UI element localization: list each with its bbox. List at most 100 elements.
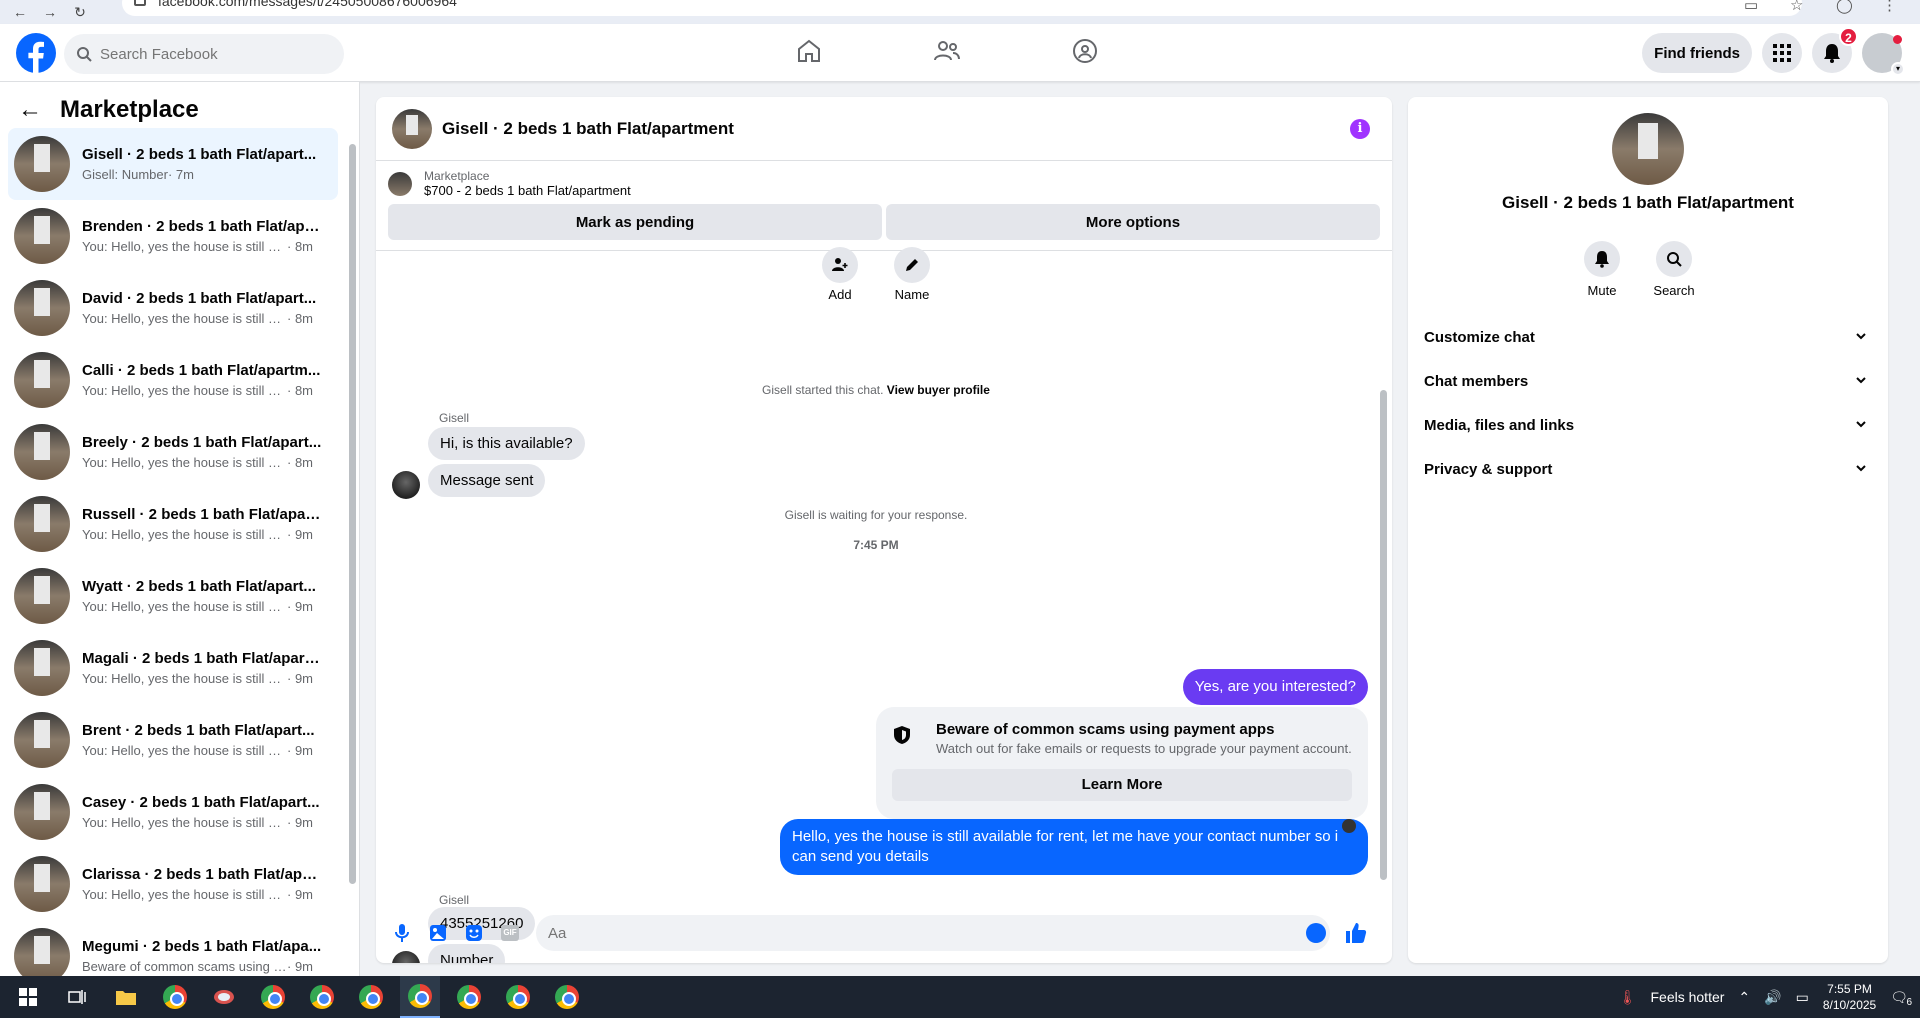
chat-title[interactable]: Gisell · 2 beds 1 bath Flat/apartment bbox=[442, 119, 734, 139]
chrome-profile-icon[interactable] bbox=[400, 976, 440, 1018]
listing-price[interactable]: $700 - 2 beds 1 bath Flat/apartment bbox=[424, 183, 631, 198]
chrome-icon[interactable] bbox=[155, 976, 195, 1018]
chat-scrollbar[interactable] bbox=[1378, 257, 1388, 897]
conversation-item[interactable]: Brenden · 2 beds 1 bath Flat/apa... You: … bbox=[8, 200, 338, 272]
install-icon[interactable]: ▭ bbox=[1744, 0, 1762, 14]
info-icon[interactable]: i bbox=[1350, 119, 1370, 139]
chrome-profile-icon[interactable] bbox=[547, 976, 587, 1018]
chat-avatar[interactable] bbox=[392, 108, 432, 149]
emoji-icon[interactable] bbox=[1306, 923, 1326, 943]
notification-center-icon[interactable]: 🗨 6 bbox=[1890, 989, 1912, 1008]
address-bar[interactable]: facebook.com/messages/t/2450500867600696… bbox=[122, 0, 1802, 16]
message-input[interactable] bbox=[536, 915, 1296, 951]
photo-icon[interactable] bbox=[428, 923, 448, 943]
waiting-notice: Gisell is waiting for your response. bbox=[784, 508, 968, 522]
chrome-profile-icon[interactable] bbox=[302, 976, 342, 1018]
conversation-name: Gisell · 2 beds 1 bath Flat/apart... bbox=[82, 146, 317, 163]
bookmark-star-icon[interactable]: ☆ bbox=[1790, 0, 1808, 14]
incoming-message[interactable]: Message sent bbox=[428, 464, 546, 497]
microphone-icon[interactable] bbox=[392, 923, 412, 943]
chat-members-section[interactable]: Chat members bbox=[1416, 359, 1880, 403]
search-label: Search bbox=[1653, 283, 1695, 298]
conversation-item[interactable]: Magali · 2 beds 1 bath Flat/apart... You:… bbox=[8, 632, 338, 704]
account-avatar[interactable]: ▾ bbox=[1862, 33, 1905, 76]
file-explorer-icon[interactable] bbox=[106, 976, 146, 1018]
conversation-item[interactable]: Clarissa · 2 beds 1 bath Flat/apar... You… bbox=[8, 848, 338, 920]
conversation-name: Wyatt · 2 beds 1 bath Flat/apart... bbox=[82, 578, 316, 595]
reload-icon[interactable]: ↻ bbox=[70, 2, 90, 22]
more-options-button[interactable]: More options bbox=[886, 204, 1380, 240]
profile-icon[interactable]: ◯ bbox=[1836, 0, 1854, 14]
chevron-down-icon bbox=[1856, 421, 1866, 428]
menu-grid-icon[interactable] bbox=[1762, 33, 1802, 73]
search-in-chat-button[interactable]: Search bbox=[1653, 241, 1695, 298]
learn-more-button[interactable]: Learn More bbox=[892, 769, 1352, 801]
facebook-logo-icon[interactable] bbox=[16, 33, 56, 73]
add-person-button[interactable]: Add bbox=[822, 247, 858, 302]
listing-image[interactable] bbox=[1612, 113, 1684, 185]
view-buyer-profile-link[interactable]: View buyer profile bbox=[887, 383, 990, 397]
conversation-name: Breely · 2 beds 1 bath Flat/apart... bbox=[82, 434, 322, 451]
forward-arrow-icon[interactable]: → bbox=[40, 2, 60, 22]
listing-thumbnail[interactable] bbox=[388, 171, 412, 196]
conversation-item[interactable]: Calli · 2 beds 1 bath Flat/apartm... You:… bbox=[8, 344, 338, 416]
chrome-profile-icon[interactable] bbox=[253, 976, 293, 1018]
task-view-icon[interactable] bbox=[57, 976, 97, 1018]
search-bar[interactable] bbox=[64, 34, 344, 74]
chat-started-text: Gisell started this chat. bbox=[762, 383, 884, 397]
thumbs-up-icon[interactable] bbox=[1344, 921, 1368, 945]
message-input-wrap[interactable] bbox=[536, 915, 1330, 951]
conversation-item[interactable]: Brent · 2 beds 1 bath Flat/apart... You: … bbox=[8, 704, 338, 776]
thermometer-icon: 🌡 bbox=[1618, 988, 1637, 1005]
chrome-profile-icon[interactable] bbox=[449, 976, 489, 1018]
name-label: Name bbox=[894, 287, 930, 302]
notifications-bell-icon[interactable]: 2 bbox=[1812, 27, 1858, 73]
outgoing-message[interactable]: Hello, yes the house is still available … bbox=[780, 819, 1368, 875]
sticker-icon[interactable] bbox=[464, 923, 484, 943]
conversation-item[interactable]: Gisell · 2 beds 1 bath Flat/apart... Gise… bbox=[8, 128, 338, 200]
conversation-item[interactable]: David · 2 beds 1 bath Flat/apart... You: … bbox=[8, 272, 338, 344]
url-text: facebook.com/messages/t/2450500867600696… bbox=[158, 0, 457, 9]
sender-avatar[interactable] bbox=[392, 471, 420, 499]
scrollbar-thumb[interactable] bbox=[1380, 390, 1387, 880]
chevron-down-icon: ▾ bbox=[1891, 62, 1905, 76]
conversation-item[interactable]: Casey · 2 beds 1 bath Flat/apart... You: … bbox=[8, 776, 338, 848]
clock[interactable]: 7:55 PM 8/10/2025 bbox=[1823, 981, 1876, 1013]
groups-icon[interactable] bbox=[1066, 32, 1104, 70]
conversation-time: · 9m bbox=[287, 887, 313, 902]
sidebar-scrollbar[interactable] bbox=[348, 138, 356, 898]
customize-chat-section[interactable]: Customize chat bbox=[1416, 315, 1880, 359]
site-info-icon[interactable] bbox=[134, 0, 146, 6]
friends-icon[interactable] bbox=[928, 32, 966, 70]
home-icon[interactable] bbox=[790, 32, 828, 70]
back-arrow-icon[interactable]: ← bbox=[10, 2, 30, 22]
conversation-name: David · 2 beds 1 bath Flat/apart... bbox=[82, 290, 317, 307]
find-friends-button[interactable]: Find friends bbox=[1642, 33, 1752, 73]
outgoing-message[interactable]: Yes, are you interested? bbox=[1182, 669, 1368, 705]
scrollbar-thumb[interactable] bbox=[349, 144, 356, 884]
name-button[interactable]: Name bbox=[894, 247, 930, 302]
privacy-support-section[interactable]: Privacy & support bbox=[1416, 447, 1880, 491]
chrome-profile-icon[interactable] bbox=[351, 976, 391, 1018]
conversation-item[interactable]: Breely · 2 beds 1 bath Flat/apart... You:… bbox=[8, 416, 338, 488]
menu-dots-icon[interactable]: ⋮ bbox=[1882, 0, 1900, 14]
search-input[interactable] bbox=[100, 34, 336, 74]
conversation-item[interactable]: Wyatt · 2 beds 1 bath Flat/apart... You: … bbox=[8, 560, 338, 632]
incoming-message[interactable]: Hi, is this available? bbox=[428, 427, 585, 460]
back-arrow-icon[interactable]: ← bbox=[18, 96, 42, 124]
volume-icon[interactable]: 🔊 bbox=[1764, 989, 1781, 1006]
chevron-up-icon[interactable]: ⌃ bbox=[1738, 989, 1750, 1006]
message-area: Add Name Gisell started this chat. View … bbox=[376, 247, 1392, 963]
mute-button[interactable]: Mute bbox=[1584, 241, 1620, 298]
listing-thumbnail bbox=[14, 640, 70, 696]
app-icon[interactable] bbox=[204, 976, 244, 1018]
windows-start-icon[interactable] bbox=[8, 976, 48, 1018]
gif-icon[interactable]: GIF bbox=[500, 923, 520, 943]
chrome-profile-icon[interactable] bbox=[498, 976, 538, 1018]
network-icon[interactable]: ▭ bbox=[1796, 989, 1809, 1006]
mark-pending-button[interactable]: Mark as pending bbox=[388, 204, 882, 240]
weather-text[interactable]: Feels hotter bbox=[1650, 989, 1724, 1005]
conversation-item[interactable]: Russell · 2 beds 1 bath Flat/apart... You… bbox=[8, 488, 338, 560]
conversation-name: Megumi · 2 beds 1 bath Flat/apa... bbox=[82, 938, 322, 955]
media-files-links-section[interactable]: Media, files and links bbox=[1416, 403, 1880, 447]
